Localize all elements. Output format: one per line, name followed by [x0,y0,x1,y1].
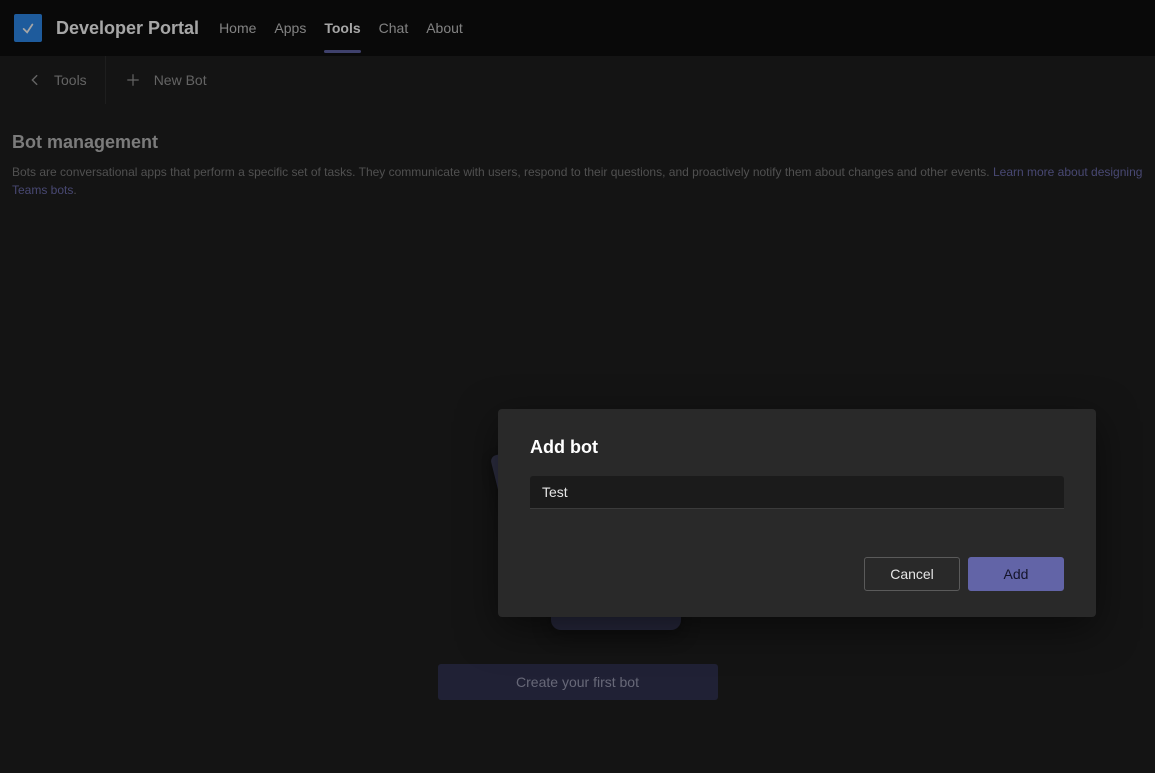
bot-name-input[interactable] [530,476,1064,509]
dialog-actions: Cancel Add [530,557,1064,591]
add-bot-dialog: Add bot Cancel Add [498,409,1096,617]
add-button[interactable]: Add [968,557,1064,591]
dialog-title: Add bot [530,437,1064,458]
cancel-button[interactable]: Cancel [864,557,960,591]
modal-backdrop[interactable] [0,0,1155,773]
